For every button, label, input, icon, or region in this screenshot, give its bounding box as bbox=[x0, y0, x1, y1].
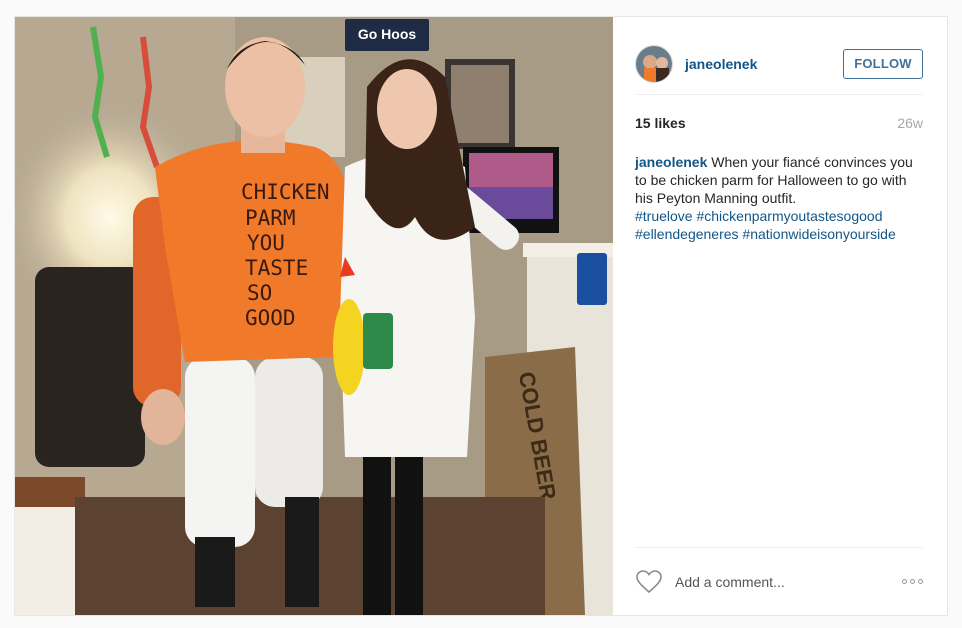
hashtag-link[interactable]: #truelove bbox=[635, 208, 693, 224]
follow-button[interactable]: FOLLOW bbox=[843, 48, 923, 79]
shirt-line: TASTE bbox=[245, 256, 308, 280]
post-age[interactable]: 26w bbox=[897, 115, 923, 131]
heart-icon[interactable] bbox=[635, 569, 663, 595]
author-username[interactable]: janeolenek bbox=[685, 56, 757, 72]
post-caption: janeolenek When your fiancé convinces yo… bbox=[635, 153, 923, 243]
caption-username[interactable]: janeolenek bbox=[635, 154, 707, 170]
avatar-image bbox=[636, 45, 672, 82]
photo-illustration: Go Hoos COLD BEER CHICKEN PARM YOU TASTE… bbox=[15, 17, 613, 615]
shirt-line: GOOD bbox=[245, 306, 296, 330]
post-header: janeolenek FOLLOW bbox=[635, 33, 923, 95]
shirt-line: CHICKEN bbox=[241, 180, 330, 204]
more-options-icon[interactable] bbox=[902, 572, 923, 592]
post-stats: 15 likes 26w bbox=[635, 115, 923, 131]
wall-sign-text: Go Hoos bbox=[358, 26, 417, 42]
post-side-panel: janeolenek FOLLOW 15 likes 26w janeolene… bbox=[613, 17, 947, 615]
comment-input[interactable] bbox=[675, 573, 875, 590]
post-photo[interactable]: Go Hoos COLD BEER CHICKEN PARM YOU TASTE… bbox=[15, 17, 613, 615]
hashtag-link[interactable]: #chickenparmyoutastesogood bbox=[696, 208, 882, 224]
avatar[interactable] bbox=[635, 44, 673, 83]
instagram-post: Go Hoos COLD BEER CHICKEN PARM YOU TASTE… bbox=[14, 16, 948, 616]
shirt-line: YOU bbox=[247, 231, 285, 255]
hashtag-link[interactable]: #ellendegeneres bbox=[635, 226, 739, 242]
shirt-line: PARM bbox=[245, 206, 296, 230]
shirt-line: SO bbox=[247, 281, 272, 305]
like-count[interactable]: 15 likes bbox=[635, 115, 686, 131]
comment-bar bbox=[635, 547, 923, 615]
hashtag-link[interactable]: #nationwideisonyourside bbox=[742, 226, 895, 242]
